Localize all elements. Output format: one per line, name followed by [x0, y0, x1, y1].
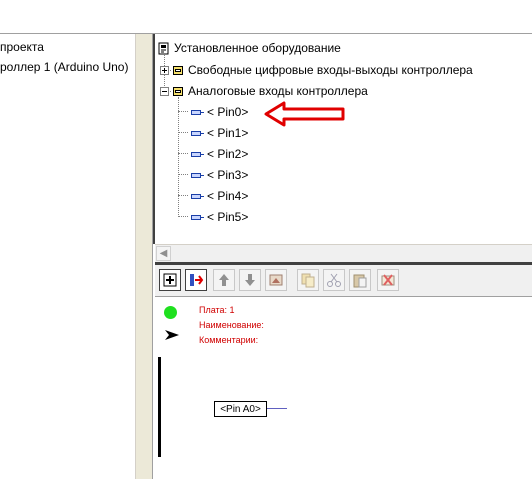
top-toolbar-area: [0, 0, 532, 34]
paste-icon: [353, 274, 367, 288]
image-icon: [269, 274, 283, 286]
move-down-button[interactable]: [239, 269, 261, 291]
delete-icon: [381, 274, 395, 286]
image-button[interactable]: [265, 269, 287, 291]
move-up-icon: [219, 274, 229, 286]
pin-label: < Pin4>: [207, 189, 249, 203]
board-editor-canvas[interactable]: Плата: 1 Наименование: Комментарии: <Pin…: [155, 297, 532, 479]
pin-icon: [191, 173, 204, 178]
pin-label: < Pin1>: [207, 126, 249, 140]
scroll-left-icon[interactable]: ◀: [156, 246, 171, 261]
tree-pin-item[interactable]: < Pin2>: [155, 144, 275, 164]
expand-icon[interactable]: [160, 66, 169, 75]
paste-button[interactable]: [349, 269, 371, 291]
pin-wire: [267, 408, 287, 409]
editor-toolbar: [155, 265, 532, 297]
board-number-text: Плата: 1: [199, 305, 235, 315]
board-add-button[interactable]: [159, 269, 181, 291]
pin-icon: [191, 194, 204, 199]
tree-pin-item[interactable]: < Pin3>: [155, 165, 275, 185]
board-add-icon: [163, 273, 177, 287]
tree-pin-item[interactable]: < Pin0>: [155, 102, 275, 122]
folder-icon: [173, 87, 183, 96]
cut-icon: [327, 273, 341, 287]
copy-button[interactable]: [297, 269, 319, 291]
collapse-icon[interactable]: [160, 87, 169, 96]
status-dot-icon: [164, 306, 177, 319]
pin-icon: [191, 131, 204, 136]
direction-arrow-icon: [165, 330, 179, 340]
tree-group-digital[interactable]: Свободные цифровые входы-выходы контролл…: [155, 60, 525, 80]
tree-pin-item[interactable]: < Pin1>: [155, 123, 275, 143]
move-up-button[interactable]: [213, 269, 235, 291]
pin-label: < Pin3>: [207, 168, 249, 182]
pin-label: < Pin0>: [207, 105, 249, 119]
pin-icon: [191, 110, 204, 115]
equipment-icon: [158, 42, 169, 55]
tree-group-label: Аналоговые входы контроллера: [188, 84, 368, 98]
panel-splitter[interactable]: [135, 34, 153, 479]
project-tree-controller-item[interactable]: роллер 1 (Arduino Uno): [0, 60, 128, 74]
name-field-label: Наименование:: [199, 320, 264, 330]
tree-pin-item[interactable]: < Pin5>: [155, 207, 275, 227]
hardware-tree-panel: Установленное оборудование Свободные циф…: [153, 34, 532, 244]
pin-connect-button[interactable]: [185, 269, 207, 291]
pin-block[interactable]: <Pin A0>: [214, 401, 267, 417]
annotation-arrow-icon: [264, 101, 345, 127]
connector-bar: [158, 357, 161, 457]
tree-pin-item[interactable]: < Pin4>: [155, 186, 275, 206]
tree-root-label: Установленное оборудование: [174, 41, 341, 55]
pin-label: < Pin5>: [207, 210, 249, 224]
delete-button[interactable]: [377, 269, 399, 291]
folder-icon: [173, 66, 183, 75]
comment-field-label: Комментарии:: [199, 335, 259, 345]
move-down-icon: [245, 274, 255, 286]
tree-group-label: Свободные цифровые входы-выходы контролл…: [188, 63, 473, 77]
tree-root-row[interactable]: Установленное оборудование: [155, 38, 525, 58]
pin-connect-icon: [190, 274, 204, 286]
tree-group-analog[interactable]: Аналоговые входы контроллера: [155, 81, 525, 101]
copy-icon: [301, 273, 315, 288]
pin-icon: [191, 152, 204, 157]
cut-button[interactable]: [323, 269, 345, 291]
tree-horizontal-scrollbar[interactable]: ◀: [155, 244, 532, 263]
project-tree-panel: проекта роллер 1 (Arduino Uno): [0, 34, 135, 479]
pin-label: < Pin2>: [207, 147, 249, 161]
pin-icon: [191, 215, 204, 220]
project-tree-item[interactable]: проекта: [0, 40, 44, 54]
